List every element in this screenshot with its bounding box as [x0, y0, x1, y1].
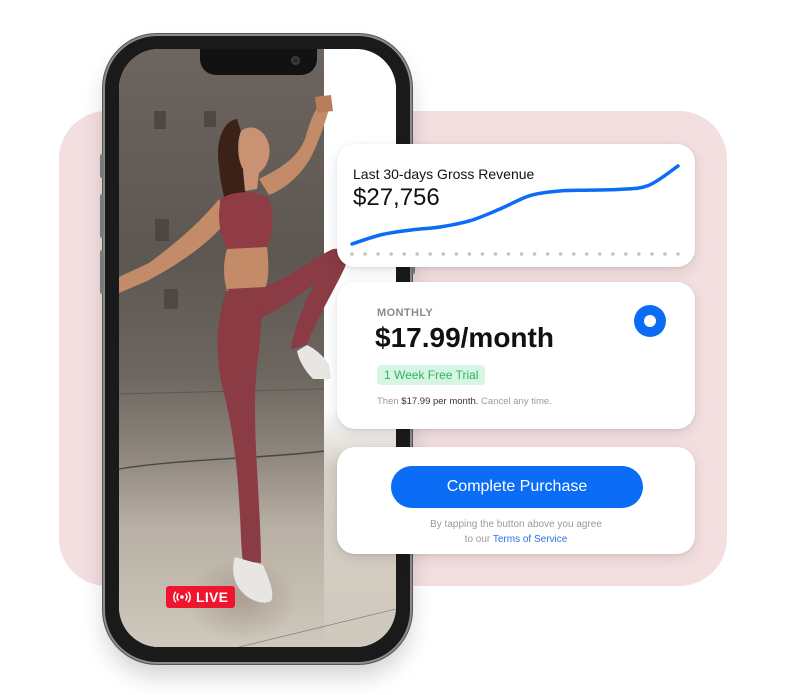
baseline-dot	[506, 252, 511, 256]
plan-radio-selected[interactable]	[634, 305, 666, 337]
baseline-dot	[611, 252, 615, 256]
purchase-card: Complete Purchase By tapping the button …	[337, 447, 695, 554]
terms-prefix: to our	[464, 534, 491, 545]
baseline-dot	[519, 252, 524, 256]
baseline-dot	[454, 252, 459, 256]
trial-badge: 1 Week Free Trial	[377, 365, 486, 385]
baseline-dot	[363, 252, 367, 256]
complete-purchase-button[interactable]: Complete Purchase	[391, 466, 643, 508]
phone-mute-switch	[100, 154, 104, 178]
baseline-dot	[441, 252, 446, 256]
terms-text: By tapping the button above you agree to…	[337, 517, 695, 547]
revenue-card: Last 30-days Gross Revenue $27,756	[337, 144, 695, 267]
baseline-dot	[532, 252, 537, 256]
phone-notch	[200, 49, 317, 75]
baseline-dot	[428, 252, 433, 256]
terms-line-1: By tapping the button above you agree	[430, 519, 602, 530]
baseline-dot	[480, 252, 485, 256]
front-camera	[291, 56, 300, 65]
baseline-dot	[493, 252, 498, 256]
plan-price: $17.99/month	[375, 322, 554, 353]
revenue-value: $27,756	[353, 184, 440, 211]
terms-line-2: to our Terms of Service	[337, 532, 695, 547]
terms-of-service-link[interactable]: Terms of Service	[493, 534, 567, 545]
phone-volume-up	[100, 194, 104, 238]
plan-label: MONTHLY	[377, 307, 434, 319]
baseline-dot	[650, 252, 654, 256]
baseline-dot	[545, 252, 550, 256]
baseline-dot	[558, 252, 563, 256]
baseline-dot	[571, 252, 576, 256]
baseline-dot	[663, 252, 667, 256]
live-label: LIVE	[196, 589, 229, 605]
plan-card[interactable]: MONTHLY $17.99/month 1 Week Free Trial T…	[337, 282, 695, 429]
baseline-dot	[402, 252, 406, 256]
baseline-dot	[597, 252, 602, 256]
baseline-dot	[415, 252, 419, 256]
baseline-dot	[584, 252, 589, 256]
plan-note: Then $17.99 per month. Cancel any time.	[377, 396, 552, 407]
radio-dot-icon	[644, 315, 656, 327]
revenue-title: Last 30-days Gross Revenue	[353, 166, 535, 182]
baseline-dot	[376, 252, 380, 256]
plan-note-prefix: Then	[377, 396, 399, 407]
baseline-dot	[624, 252, 628, 256]
baseline-dot	[389, 252, 393, 256]
plan-note-suffix: Cancel any time.	[481, 396, 552, 407]
baseline-dot	[637, 252, 641, 256]
baseline-dot	[467, 252, 472, 256]
phone-volume-down	[100, 250, 104, 294]
plan-note-price: $17.99 per month.	[401, 396, 479, 407]
broadcast-icon	[173, 591, 191, 603]
live-badge: LIVE	[166, 586, 236, 608]
baseline-dot	[676, 252, 680, 256]
baseline-dot	[350, 252, 354, 256]
